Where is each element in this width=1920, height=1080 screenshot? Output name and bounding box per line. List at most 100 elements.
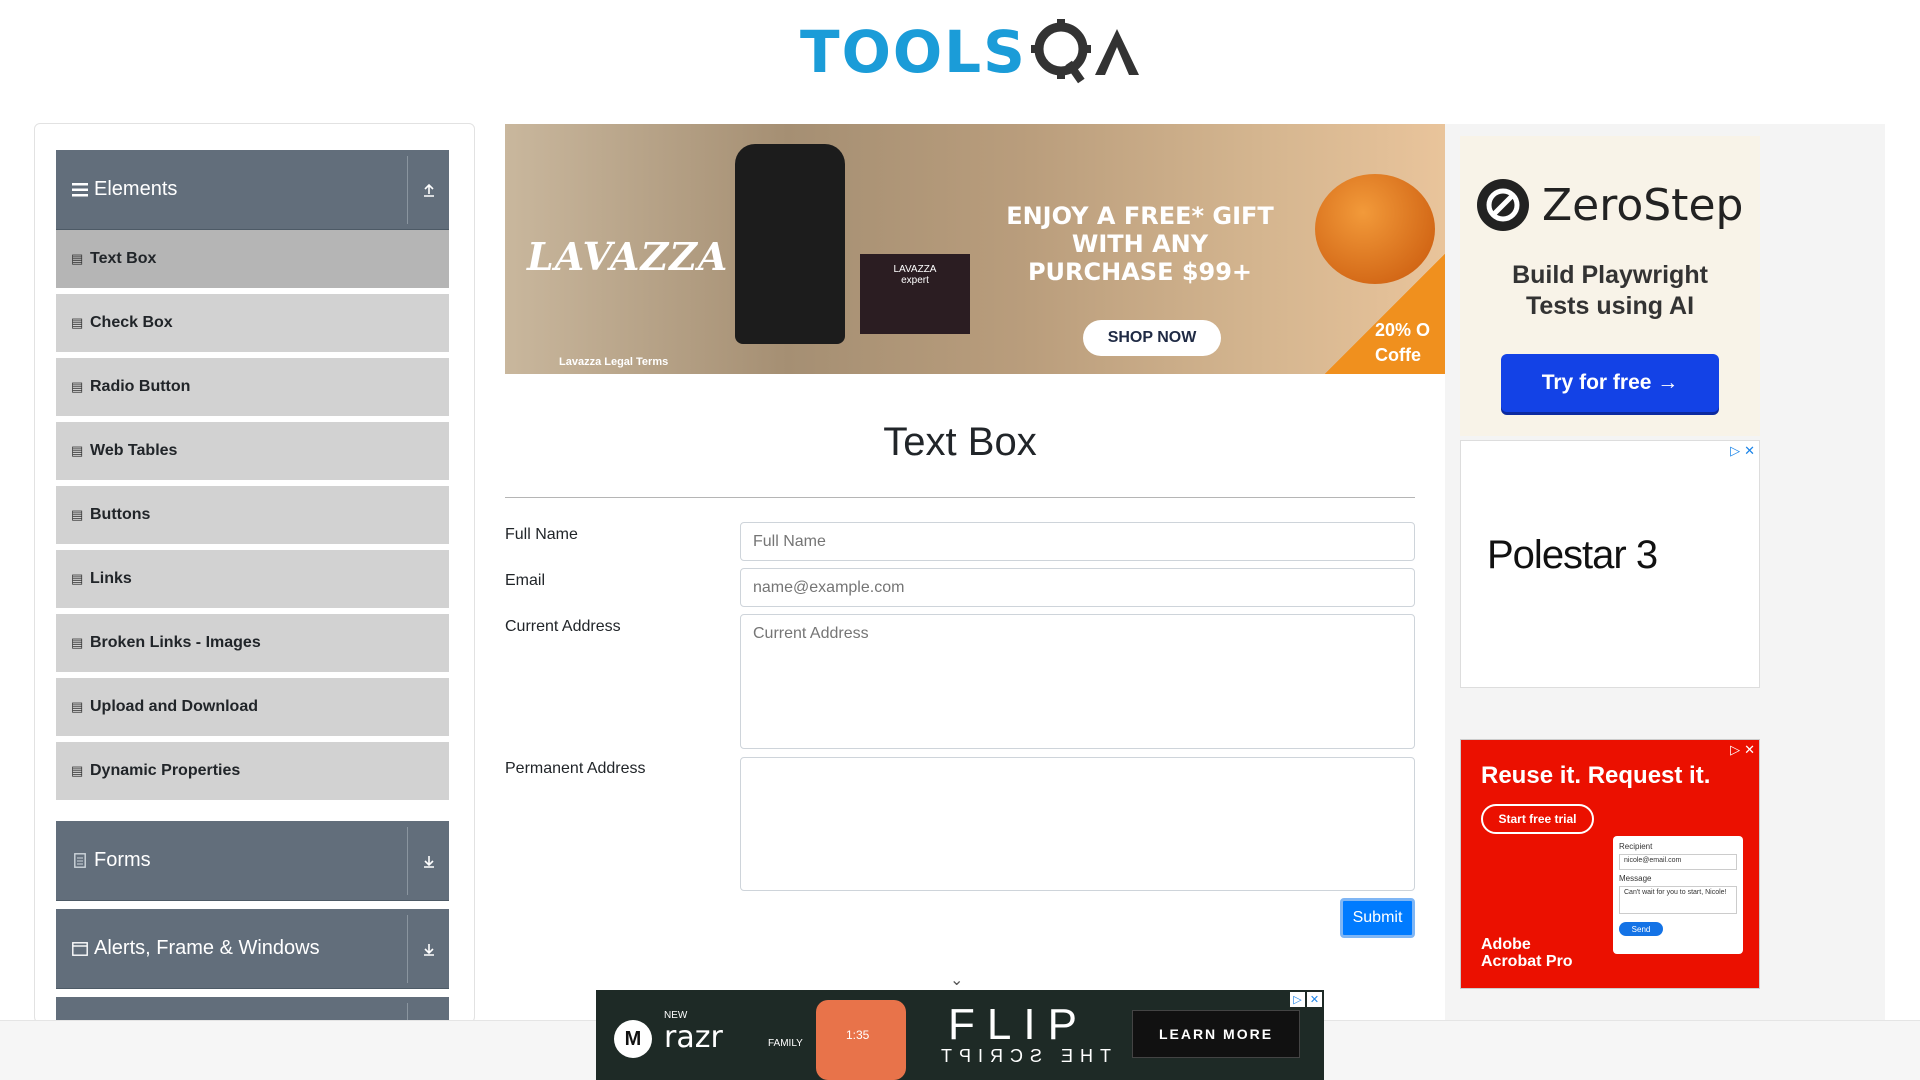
zerostep-ad[interactable]: ZeroStep Build Playwright Tests using AI… <box>1460 136 1760 436</box>
lavazza-ad-banner[interactable]: LAVAZZA expert LAVAZZA ENJOY A FREE* GIF… <box>505 124 1445 374</box>
close-icon[interactable]: ✕ <box>1744 742 1755 758</box>
ad-corner-text: 20% O Coffe <box>1375 318 1445 368</box>
ad-corner-line-2: Coffe <box>1375 345 1421 365</box>
adobe-ad[interactable]: ▷ ✕ Reuse it. Request it. Start free tri… <box>1460 739 1760 989</box>
sidebar-item-dynamic-properties[interactable]: ▤ Dynamic Properties <box>56 742 449 803</box>
razr-headline: FLIP <box>948 1000 1089 1049</box>
zerostep-mark-icon <box>1477 179 1529 231</box>
collapse-toggle[interactable] <box>407 156 449 224</box>
sidebar-item-label: Links <box>90 570 132 587</box>
adobe-brand: Adobe Acrobat Pro <box>1481 936 1573 970</box>
page: TOOLS Elements ▤ Text Box ▤ Check Box ▤ … <box>0 0 1920 1080</box>
full-name-input[interactable] <box>740 522 1415 561</box>
arrow-down-icon <box>423 856 434 868</box>
coffee-box-sub: expert <box>901 275 929 286</box>
close-icon[interactable]: ✕ <box>1307 992 1322 1007</box>
adobe-headline: Reuse it. Request it. <box>1481 762 1711 789</box>
sidebar-item-check-box[interactable]: ▤ Check Box <box>56 294 449 355</box>
ad-choices[interactable]: ▷ ✕ <box>1730 443 1755 459</box>
sidebar-item-links[interactable]: ▤ Links <box>56 550 449 611</box>
email-label: Email <box>505 572 546 589</box>
zerostep-tagline-line-1: Build Playwright <box>1512 261 1708 289</box>
book-icon: ▤ <box>71 571 84 586</box>
current-address-input[interactable] <box>740 614 1415 749</box>
ad-choices[interactable]: ▷ ✕ <box>1290 992 1322 1007</box>
adobe-brand-line-1: Adobe <box>1481 936 1531 953</box>
chevron-down-icon[interactable]: ⌄ <box>950 970 963 990</box>
submit-button[interactable]: Submit <box>1340 898 1415 938</box>
coffee-box-brand: LAVAZZA <box>893 264 937 275</box>
expand-toggle[interactable] <box>407 915 449 983</box>
toolsqa-logo[interactable]: TOOLS <box>800 14 1141 90</box>
polestar-name: Polestar 3 <box>1487 533 1658 577</box>
sidebar-item-label: Text Box <box>90 250 157 267</box>
full-name-label: Full Name <box>505 526 578 543</box>
razr-family-label: FAMILY <box>768 1038 803 1049</box>
ad-choices[interactable]: ▷ ✕ <box>1730 742 1755 758</box>
a-letter-icon <box>1094 29 1139 75</box>
title-divider <box>505 497 1415 498</box>
logo-tools-text: TOOLS <box>800 18 1027 86</box>
group-header-alerts[interactable]: Alerts, Frame & Windows <box>56 909 449 989</box>
email-input[interactable] <box>740 568 1415 607</box>
book-icon: ▤ <box>71 635 84 650</box>
shop-now-button[interactable]: SHOP NOW <box>1083 320 1221 356</box>
sidebar-item-buttons[interactable]: ▤ Buttons <box>56 486 449 547</box>
book-icon: ▤ <box>71 315 84 330</box>
try-for-free-button[interactable]: Try for free → <box>1501 354 1719 412</box>
sidebar-item-web-tables[interactable]: ▤ Web Tables <box>56 422 449 483</box>
ad-legal-link[interactable]: Lavazza Legal Terms <box>559 356 668 368</box>
motorola-logo-icon: M <box>614 1020 652 1058</box>
motorola-razr-ad[interactable]: M NEW razr FAMILY 1:35 FLIP THE SCRIPT L… <box>596 990 1324 1080</box>
sidebar-item-label: Dynamic Properties <box>90 762 241 779</box>
adchoices-icon[interactable]: ▷ <box>1290 992 1305 1007</box>
zerostep-logo: ZeroStep <box>1476 178 1743 232</box>
polestar-ad[interactable]: ▷ ✕ Polestar 3 <box>1460 440 1760 688</box>
book-icon: ▤ <box>71 443 84 458</box>
book-icon: ▤ <box>71 699 84 714</box>
window-icon <box>72 941 88 957</box>
current-address-label: Current Address <box>505 618 621 635</box>
page-title: Text Box <box>883 420 1037 464</box>
coffee-box-image: LAVAZZA expert <box>860 254 970 334</box>
sidebar-item-label: Radio Button <box>90 378 191 395</box>
group-header-forms[interactable]: Forms <box>56 821 449 901</box>
adobe-brand-line-2: Acrobat Pro <box>1481 953 1573 970</box>
sidebar-item-label: Check Box <box>90 314 173 331</box>
sidebar-item-text-box[interactable]: ▤ Text Box <box>56 230 449 291</box>
close-icon[interactable]: ✕ <box>1744 443 1755 459</box>
sidebar-item-broken-links[interactable]: ▤ Broken Links - Images <box>56 614 449 675</box>
book-icon: ▤ <box>71 763 84 778</box>
send-button: Send <box>1619 922 1663 936</box>
razr-brand: razr <box>664 1020 723 1055</box>
group-label-forms: Forms <box>94 849 151 871</box>
book-icon: ▤ <box>71 251 84 266</box>
arrow-down-icon <box>423 944 434 956</box>
group-label-alerts: Alerts, Frame & Windows <box>94 937 320 959</box>
message-field: Can't wait for you to start, Nicole! <box>1619 886 1737 914</box>
expand-toggle[interactable] <box>407 827 449 895</box>
adchoices-icon[interactable]: ▷ <box>1730 742 1740 758</box>
adchoices-icon[interactable]: ▷ <box>1730 443 1740 459</box>
learn-more-button[interactable]: LEARN MORE <box>1132 1010 1300 1058</box>
left-sidebar: Elements ▤ Text Box ▤ Check Box ▤ Radio … <box>34 123 475 1023</box>
sidebar-item-label: Web Tables <box>90 442 178 459</box>
zerostep-tagline-line-2: Tests using AI <box>1525 292 1695 320</box>
document-icon <box>72 853 88 869</box>
group-header-elements[interactable]: Elements <box>56 150 449 230</box>
sidebar-item-radio-button[interactable]: ▤ Radio Button <box>56 358 449 419</box>
permanent-address-input[interactable] <box>740 757 1415 891</box>
gear-icon <box>1030 19 1091 84</box>
message-label: Message <box>1619 874 1652 883</box>
ad-headline: ENJOY A FREE* GIFT WITH ANY PURCHASE $99… <box>995 202 1285 286</box>
sidebar-item-label: Broken Links - Images <box>90 634 261 651</box>
book-icon: ▤ <box>71 379 84 394</box>
start-free-trial-button[interactable]: Start free trial <box>1481 804 1594 834</box>
coffee-machine-image <box>735 144 845 344</box>
adobe-request-card: Recipient nicole@email.com Message Can't… <box>1613 836 1743 954</box>
sidebar-item-label: Buttons <box>90 506 151 523</box>
sidebar-item-label: Upload and Download <box>90 698 258 715</box>
recipient-field: nicole@email.com <box>1619 854 1737 870</box>
group-label-elements: Elements <box>94 178 178 200</box>
sidebar-item-upload-download[interactable]: ▤ Upload and Download <box>56 678 449 739</box>
